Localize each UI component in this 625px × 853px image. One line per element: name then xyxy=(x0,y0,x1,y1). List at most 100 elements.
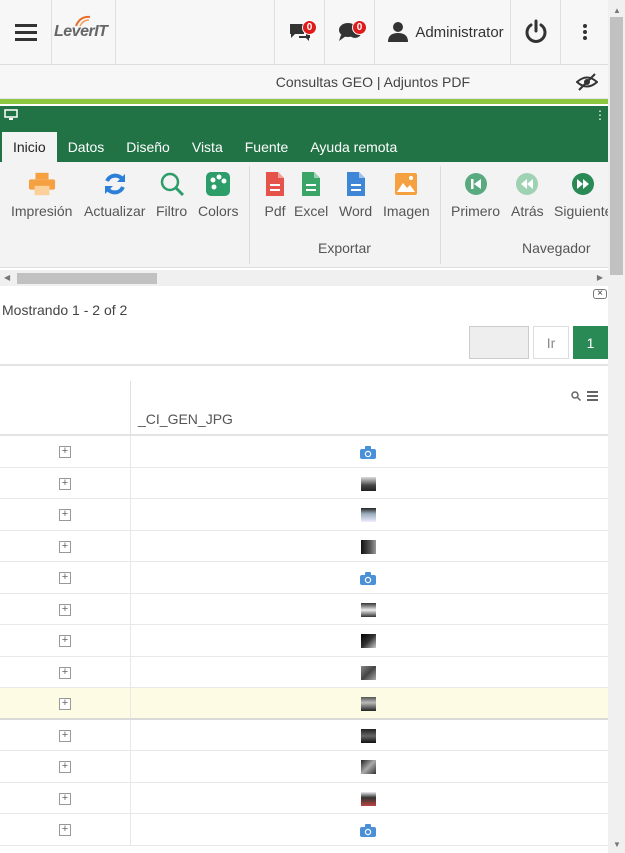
logout-button[interactable] xyxy=(511,0,561,64)
expand-row-icon[interactable]: + xyxy=(59,792,71,805)
expand-row-icon[interactable]: + xyxy=(59,635,71,647)
scroll-left-arrow-icon[interactable]: ◀ xyxy=(4,273,10,282)
previous-record-button[interactable]: Atrás xyxy=(511,170,544,219)
table-row[interactable]: + xyxy=(0,814,608,846)
tab-diseno[interactable]: Diseño xyxy=(115,132,181,162)
expand-row-icon[interactable]: + xyxy=(59,603,71,616)
table-row[interactable]: + xyxy=(0,593,608,625)
next-record-button[interactable]: Siguiente xyxy=(554,170,608,219)
page-number-input[interactable] xyxy=(469,326,529,359)
table-row[interactable]: + xyxy=(0,625,608,657)
table-row[interactable]: + xyxy=(0,530,608,562)
photo-thumbnail[interactable] xyxy=(361,508,376,522)
scrollbar-thumb[interactable] xyxy=(17,273,157,284)
refresh-label: Actualizar xyxy=(84,203,146,219)
hide-eye-button[interactable] xyxy=(575,73,599,96)
filter-button[interactable]: Filtro xyxy=(156,170,187,219)
photo-thumbnail[interactable] xyxy=(361,665,376,680)
photo-thumbnail[interactable] xyxy=(361,697,376,711)
user-menu-button[interactable]: Administrator xyxy=(375,0,511,64)
table-row[interactable]: + xyxy=(0,656,608,688)
scroll-down-arrow-icon[interactable]: ▼ xyxy=(613,840,621,849)
tab-ayuda-remota[interactable]: Ayuda remota xyxy=(299,132,408,162)
expand-row-icon[interactable]: + xyxy=(59,824,71,836)
clear-filter-icon[interactable]: × xyxy=(593,289,607,299)
expand-row-icon[interactable]: + xyxy=(59,572,71,584)
tab-vista[interactable]: Vista xyxy=(181,132,234,162)
column-search-icon[interactable] xyxy=(571,391,581,401)
export-image-button[interactable]: Imagen xyxy=(383,170,430,219)
page: LeverIT 0 0 Administrator Consultas GEO … xyxy=(0,0,625,853)
expand-row-icon[interactable]: + xyxy=(59,666,71,679)
excel-label: Excel xyxy=(294,203,329,219)
fast-forward-icon xyxy=(572,173,595,195)
current-page-button[interactable]: 1 xyxy=(573,326,608,359)
table-row[interactable]: + xyxy=(0,467,608,499)
logo[interactable]: LeverIT xyxy=(52,0,116,64)
more-options-button[interactable] xyxy=(561,0,608,64)
camera-icon[interactable] xyxy=(360,446,376,459)
column-tools xyxy=(571,391,598,401)
data-grid: _CI_GEN_JPG + + + + + + + + + + + + + xyxy=(0,364,608,846)
expand-row-icon[interactable]: + xyxy=(59,446,71,458)
photo-thumbnail[interactable] xyxy=(361,791,376,806)
messages-button[interactable]: 0 xyxy=(325,0,375,64)
expand-row-icon[interactable]: + xyxy=(59,477,71,490)
camera-icon[interactable] xyxy=(360,824,376,837)
vertical-scrollbar-thumb[interactable] xyxy=(610,17,623,275)
column-header-ci-gen-jpg[interactable]: _CI_GEN_JPG xyxy=(138,411,233,427)
table-row[interactable]: + xyxy=(0,688,608,720)
records-count: Mostrando 1 - 2 of 2 xyxy=(2,302,128,318)
photo-thumbnail[interactable] xyxy=(361,476,376,491)
chat-button[interactable]: 0 xyxy=(275,0,325,64)
photo-thumbnail[interactable] xyxy=(361,760,376,774)
table-row[interactable]: + xyxy=(0,719,608,751)
camera-icon[interactable] xyxy=(360,572,376,585)
expand-cell: + xyxy=(0,530,131,561)
export-word-button[interactable]: Word xyxy=(339,170,372,219)
hamburger-menu-button[interactable] xyxy=(0,0,52,64)
table-row[interactable]: + xyxy=(0,499,608,531)
scroll-up-arrow-icon[interactable]: ▲ xyxy=(613,6,621,15)
expand-row-icon[interactable]: + xyxy=(59,729,71,742)
print-button[interactable]: Impresión xyxy=(11,170,72,219)
expand-row-icon[interactable]: + xyxy=(59,509,71,521)
photo-thumbnail[interactable] xyxy=(361,539,376,554)
refresh-button[interactable]: Actualizar xyxy=(84,170,145,219)
expand-row-icon[interactable]: + xyxy=(59,698,71,710)
monitor-icon[interactable] xyxy=(4,109,18,121)
first-record-button[interactable]: Primero xyxy=(451,170,500,219)
expand-row-icon[interactable]: + xyxy=(59,761,71,773)
page-vertical-scrollbar[interactable]: ▲ ▼ xyxy=(608,0,625,853)
tab-datos[interactable]: Datos xyxy=(57,132,116,162)
topbar-spacer xyxy=(116,0,275,64)
ribbon-horizontal-scrollbar[interactable]: ◀ ▶ xyxy=(0,270,608,286)
ribbon-options-icon[interactable]: ⋮ xyxy=(594,108,606,122)
pdf-file-icon xyxy=(266,172,284,196)
expand-cell: + xyxy=(0,467,131,498)
export-excel-button[interactable]: Excel xyxy=(294,170,328,219)
scroll-right-arrow-icon[interactable]: ▶ xyxy=(597,273,603,282)
table-row[interactable]: + xyxy=(0,751,608,783)
photo-thumbnail[interactable] xyxy=(361,728,376,743)
table-row[interactable]: + xyxy=(0,562,608,594)
expand-cell: + xyxy=(0,499,131,530)
export-pdf-button[interactable]: Pdf xyxy=(261,170,289,219)
tab-inicio[interactable]: Inicio xyxy=(2,132,57,162)
expand-cell: + xyxy=(0,656,131,687)
expand-row-icon[interactable]: + xyxy=(59,540,71,553)
ribbon-separator xyxy=(440,166,441,264)
go-button[interactable]: Ir xyxy=(533,326,569,359)
refresh-icon xyxy=(104,173,125,195)
table-row[interactable]: + xyxy=(0,782,608,814)
filter-label: Filtro xyxy=(156,203,188,219)
chat-badge: 0 xyxy=(302,20,317,35)
colors-button[interactable]: Colors xyxy=(198,170,238,219)
tab-fuente[interactable]: Fuente xyxy=(234,132,300,162)
eye-slash-icon xyxy=(575,73,599,91)
table-row[interactable]: + xyxy=(0,436,608,468)
search-icon xyxy=(160,172,184,197)
photo-thumbnail[interactable] xyxy=(361,634,376,648)
photo-thumbnail[interactable] xyxy=(361,602,376,617)
column-menu-icon[interactable] xyxy=(587,391,598,401)
